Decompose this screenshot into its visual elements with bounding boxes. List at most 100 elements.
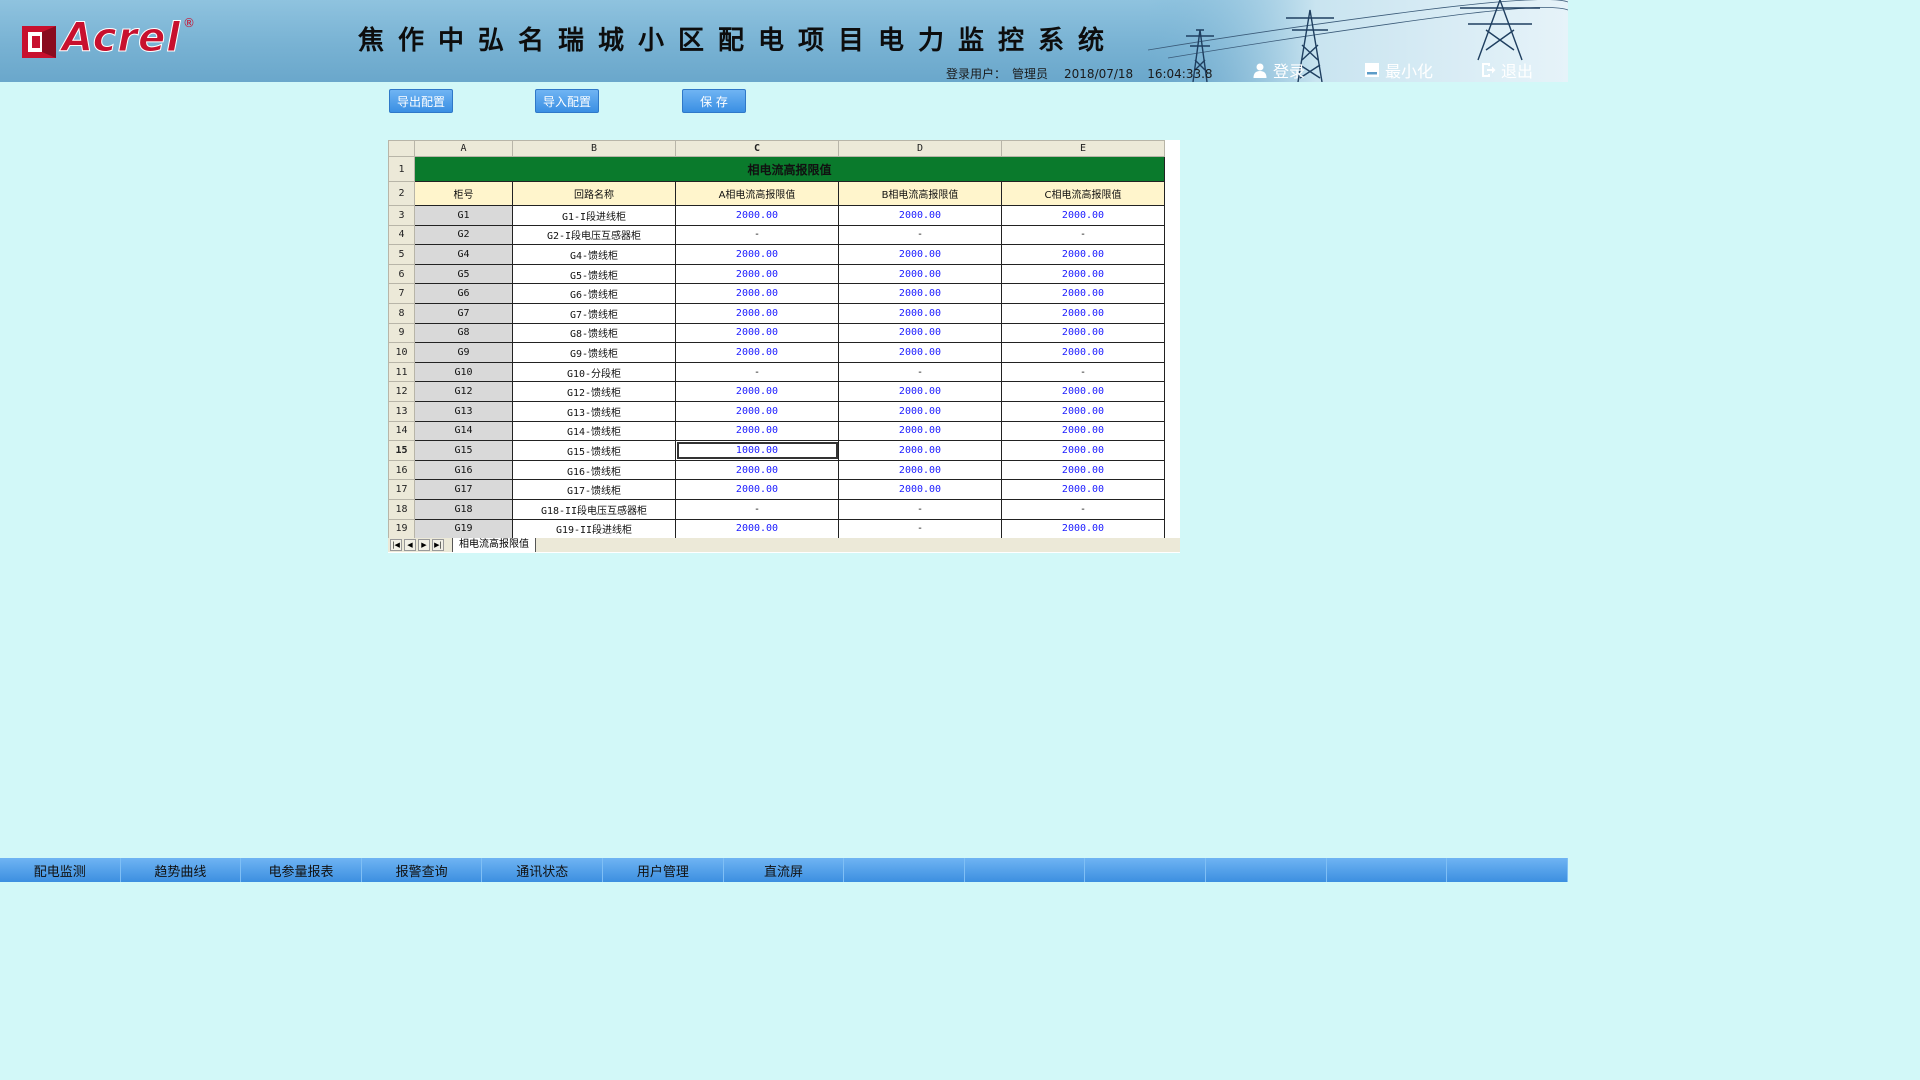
phase-a-limit-cell[interactable]: 1000.00 — [675, 440, 839, 461]
circuit-name-cell[interactable]: G18-II段电压互感器柜 — [512, 498, 676, 520]
nav-item[interactable]: 直流屏 — [724, 858, 845, 882]
phase-c-limit-cell[interactable]: 2000.00 — [1001, 440, 1165, 461]
nav-item[interactable]: 报警查询 — [362, 858, 483, 882]
phase-b-limit-cell[interactable]: 2000.00 — [838, 459, 1002, 481]
circuit-name-cell[interactable]: G17-馈线柜 — [512, 479, 676, 500]
cabinet-no-cell[interactable]: G9 — [414, 342, 513, 363]
phase-c-limit-cell[interactable]: 2000.00 — [1001, 459, 1165, 481]
header-phase-b-limit[interactable]: B相电流高报限值 — [838, 181, 1002, 206]
circuit-name-cell[interactable]: G14-馈线柜 — [512, 420, 676, 442]
nav-item[interactable]: 通讯状态 — [482, 858, 604, 882]
cabinet-no-cell[interactable]: G16 — [414, 459, 513, 481]
row-header[interactable]: 2 — [388, 181, 415, 206]
header-phase-c-limit[interactable]: C相电流高报限值 — [1001, 181, 1165, 206]
cabinet-no-cell[interactable]: G2 — [414, 224, 513, 246]
row-header[interactable]: 13 — [388, 400, 415, 422]
phase-a-limit-cell[interactable]: 2000.00 — [675, 244, 839, 265]
circuit-name-cell[interactable]: G13-馈线柜 — [512, 400, 676, 422]
phase-a-limit-cell[interactable]: 2000.00 — [675, 322, 839, 344]
row-header[interactable]: 4 — [388, 224, 415, 246]
phase-a-limit-cell[interactable]: 2000.00 — [675, 263, 839, 285]
row-header[interactable]: 19 — [388, 518, 415, 540]
column-header-b[interactable]: B — [512, 140, 676, 157]
cabinet-no-cell[interactable]: G1 — [414, 205, 513, 226]
nav-item-empty[interactable] — [844, 858, 965, 882]
phase-a-limit-cell[interactable]: 2000.00 — [675, 342, 839, 363]
circuit-name-cell[interactable]: G10-分段柜 — [512, 361, 676, 383]
cabinet-no-cell[interactable]: G18 — [414, 498, 513, 520]
row-header[interactable]: 6 — [388, 263, 415, 285]
phase-b-limit-cell[interactable]: - — [838, 498, 1002, 520]
circuit-name-cell[interactable]: G2-I段电压互感器柜 — [512, 224, 676, 246]
phase-c-limit-cell[interactable]: 2000.00 — [1001, 283, 1165, 304]
select-all-corner[interactable] — [388, 140, 415, 157]
cabinet-no-cell[interactable]: G8 — [414, 322, 513, 344]
header-phase-a-limit[interactable]: A相电流高报限值 — [675, 181, 839, 206]
cabinet-no-cell[interactable]: G12 — [414, 381, 513, 402]
first-sheet-button[interactable]: |◀ — [390, 539, 402, 551]
cabinet-no-cell[interactable]: G4 — [414, 244, 513, 265]
table-title[interactable]: 相电流高报限值 — [414, 156, 1165, 182]
phase-a-limit-cell[interactable]: - — [675, 498, 839, 520]
circuit-name-cell[interactable]: G16-馈线柜 — [512, 459, 676, 481]
phase-a-limit-cell[interactable]: 2000.00 — [675, 283, 839, 304]
nav-item-empty[interactable] — [1206, 858, 1327, 882]
circuit-name-cell[interactable]: G6-馈线柜 — [512, 283, 676, 304]
phase-c-limit-cell[interactable]: 2000.00 — [1001, 342, 1165, 363]
phase-c-limit-cell[interactable]: 2000.00 — [1001, 381, 1165, 402]
cabinet-no-cell[interactable]: G10 — [414, 361, 513, 383]
circuit-name-cell[interactable]: G8-馈线柜 — [512, 322, 676, 344]
phase-a-limit-cell[interactable]: 2000.00 — [675, 479, 839, 500]
phase-c-limit-cell[interactable]: 2000.00 — [1001, 263, 1165, 285]
phase-c-limit-cell[interactable]: 2000.00 — [1001, 322, 1165, 344]
phase-b-limit-cell[interactable]: 2000.00 — [838, 302, 1002, 324]
phase-c-limit-cell[interactable]: 2000.00 — [1001, 302, 1165, 324]
phase-b-limit-cell[interactable]: 2000.00 — [838, 283, 1002, 304]
phase-a-limit-cell[interactable]: - — [675, 224, 839, 246]
phase-c-limit-cell[interactable]: - — [1001, 498, 1165, 520]
phase-b-limit-cell[interactable]: 2000.00 — [838, 322, 1002, 344]
row-header[interactable]: 10 — [388, 342, 415, 363]
phase-b-limit-cell[interactable]: 2000.00 — [838, 244, 1002, 265]
row-header[interactable]: 3 — [388, 205, 415, 226]
cabinet-no-cell[interactable]: G5 — [414, 263, 513, 285]
phase-b-limit-cell[interactable]: 2000.00 — [838, 381, 1002, 402]
phase-b-limit-cell[interactable]: 2000.00 — [838, 263, 1002, 285]
nav-item[interactable]: 配电监测 — [0, 858, 121, 882]
phase-b-limit-cell[interactable]: 2000.00 — [838, 205, 1002, 226]
nav-item-empty[interactable] — [1327, 858, 1448, 882]
spreadsheet[interactable]: A B C D E 1 相电流高报限值 2 柜号 回路名称 A相电流高报限值 B… — [388, 140, 1180, 553]
circuit-name-cell[interactable]: G5-馈线柜 — [512, 263, 676, 285]
column-header-a[interactable]: A — [414, 140, 513, 157]
cabinet-no-cell[interactable]: G17 — [414, 479, 513, 500]
prev-sheet-button[interactable]: ◀ — [404, 539, 416, 551]
phase-a-limit-cell[interactable]: - — [675, 361, 839, 383]
row-header[interactable]: 1 — [388, 156, 415, 182]
phase-b-limit-cell[interactable]: 2000.00 — [838, 440, 1002, 461]
phase-b-limit-cell[interactable]: 2000.00 — [838, 420, 1002, 442]
nav-item-empty[interactable] — [1085, 858, 1207, 882]
row-header[interactable]: 14 — [388, 420, 415, 442]
cabinet-no-cell[interactable]: G19 — [414, 518, 513, 540]
phase-c-limit-cell[interactable]: 2000.00 — [1001, 420, 1165, 442]
sheet-tab[interactable]: 相电流高报限值 — [452, 538, 536, 552]
circuit-name-cell[interactable]: G9-馈线柜 — [512, 342, 676, 363]
phase-c-limit-cell[interactable]: - — [1001, 224, 1165, 246]
phase-c-limit-cell[interactable]: 2000.00 — [1001, 205, 1165, 226]
row-header[interactable]: 9 — [388, 322, 415, 344]
export-config-button[interactable]: 导出配置 — [389, 89, 453, 113]
phase-b-limit-cell[interactable]: 2000.00 — [838, 342, 1002, 363]
cabinet-no-cell[interactable]: G6 — [414, 283, 513, 304]
circuit-name-cell[interactable]: G15-馈线柜 — [512, 440, 676, 461]
cabinet-no-cell[interactable]: G7 — [414, 302, 513, 324]
phase-c-limit-cell[interactable]: 2000.00 — [1001, 400, 1165, 422]
nav-item-empty[interactable] — [1447, 858, 1568, 882]
last-sheet-button[interactable]: ▶| — [432, 539, 444, 551]
phase-c-limit-cell[interactable]: 2000.00 — [1001, 518, 1165, 540]
row-header[interactable]: 12 — [388, 381, 415, 402]
row-header[interactable]: 15 — [388, 440, 415, 461]
phase-b-limit-cell[interactable]: - — [838, 361, 1002, 383]
phase-b-limit-cell[interactable]: 2000.00 — [838, 479, 1002, 500]
phase-a-limit-cell[interactable]: 2000.00 — [675, 400, 839, 422]
header-cabinet-no[interactable]: 柜号 — [414, 181, 513, 206]
